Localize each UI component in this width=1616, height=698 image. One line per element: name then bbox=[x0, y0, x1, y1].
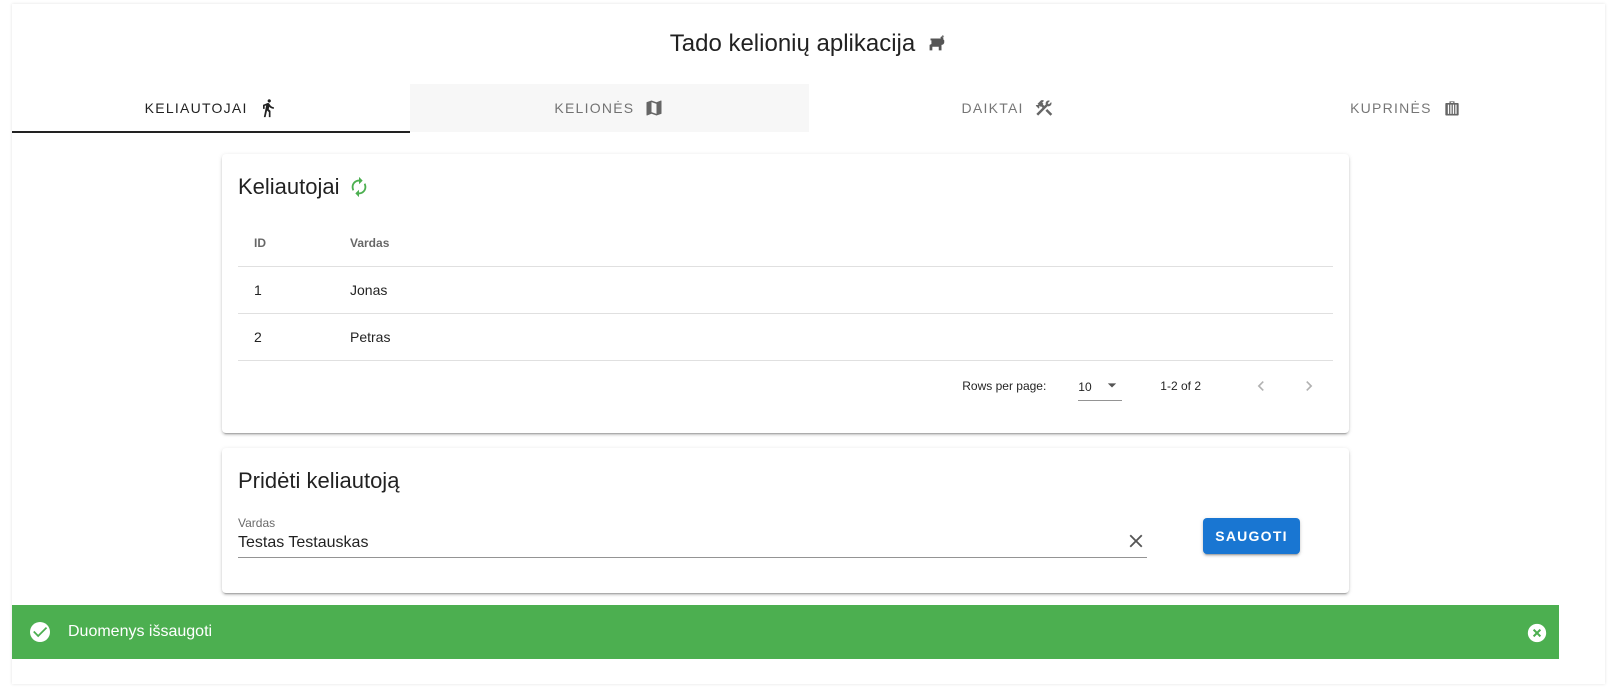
tab-label: Daiktai bbox=[961, 100, 1024, 116]
column-header-vardas[interactable]: Vardas bbox=[334, 220, 1333, 267]
tab-kuprines[interactable]: Kuprinės bbox=[1207, 84, 1605, 132]
snackbar-message: Duomenys išsaugoti bbox=[68, 623, 213, 640]
rows-per-page-value: 10 bbox=[1078, 379, 1092, 394]
card-title: Pridėti keliautoją bbox=[238, 468, 400, 493]
name-field: Vardas bbox=[238, 516, 1147, 558]
cell-id: 1 bbox=[238, 266, 334, 314]
cell-name: Jonas bbox=[334, 266, 1333, 314]
next-page-button[interactable] bbox=[1297, 374, 1321, 398]
travelers-table: ID Vardas 1 Jonas 2 Petras bbox=[238, 220, 1333, 361]
add-card-header: Pridėti keliautoją bbox=[238, 468, 399, 494]
walk-icon bbox=[258, 97, 278, 119]
add-traveler-card: Pridėti keliautoją Vardas Saugoti bbox=[222, 448, 1349, 593]
check-circle-icon bbox=[28, 620, 52, 644]
tab-label: Keliautojai bbox=[144, 100, 248, 116]
bag-icon bbox=[1442, 98, 1462, 118]
refresh-icon[interactable] bbox=[348, 176, 370, 198]
app-header: Tado kelionių aplikacija bbox=[12, 30, 1605, 58]
chevron-right-icon bbox=[1306, 381, 1313, 391]
app-container: Tado kelionių aplikacija Keliautojai Kel… bbox=[12, 4, 1605, 684]
column-header-id[interactable]: ID bbox=[238, 220, 334, 267]
tab-label: Kuprinės bbox=[1350, 100, 1432, 116]
travelers-card: Keliautojai ID Vardas 1 Jonas 2 Petras R… bbox=[222, 154, 1349, 433]
app-title: Tado kelionių aplikacija bbox=[669, 30, 916, 57]
rows-per-page-select[interactable]: 10 bbox=[1078, 371, 1123, 401]
card-title: Keliautojai bbox=[238, 174, 340, 199]
tools-icon bbox=[1034, 98, 1054, 118]
name-input[interactable] bbox=[238, 532, 1108, 554]
clear-icon[interactable] bbox=[1125, 530, 1147, 552]
tab-label: Kelionės bbox=[554, 100, 635, 116]
table-pagination: Rows per page: 10 1-2 of 2 bbox=[238, 362, 1333, 410]
save-button[interactable]: Saugoti bbox=[1203, 518, 1300, 554]
tab-bar: Keliautojai Kelionės Daiktai Kuprinės bbox=[12, 84, 1605, 133]
table-header-row: ID Vardas bbox=[238, 220, 1333, 267]
close-icon[interactable] bbox=[1526, 622, 1548, 644]
tab-keliones[interactable]: Kelionės bbox=[410, 84, 809, 132]
map-icon bbox=[644, 98, 664, 118]
tab-keliautojai[interactable]: Keliautojai bbox=[12, 84, 411, 133]
previous-page-button[interactable] bbox=[1249, 374, 1273, 398]
success-snackbar: Duomenys išsaugoti bbox=[12, 605, 1559, 659]
name-field-label: Vardas bbox=[238, 516, 276, 530]
table-row[interactable]: 2 Petras bbox=[238, 313, 1333, 361]
cell-name: Petras bbox=[334, 313, 1333, 361]
travelers-card-header: Keliautojai bbox=[238, 174, 370, 200]
rows-per-page-label: Rows per page: bbox=[962, 379, 1047, 393]
pagination-range: 1-2 of 2 bbox=[1160, 379, 1201, 393]
cell-id: 2 bbox=[238, 313, 334, 361]
table-row[interactable]: 1 Jonas bbox=[238, 266, 1333, 314]
caret-down-icon bbox=[1102, 375, 1122, 398]
chevron-left-icon bbox=[1257, 381, 1264, 391]
tab-daiktai[interactable]: Daiktai bbox=[809, 84, 1207, 132]
dog-icon bbox=[925, 33, 947, 55]
